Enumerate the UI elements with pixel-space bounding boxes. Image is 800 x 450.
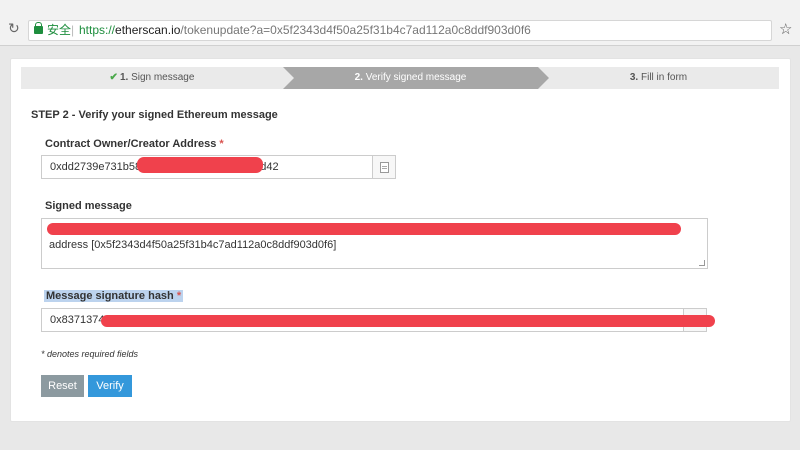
required-mark: * [176, 290, 182, 302]
url-scheme: https:// [79, 23, 116, 37]
step-label: Verify signed message [365, 72, 467, 83]
signature-hash-label: Message signature hash * [44, 290, 184, 302]
required-fields-note: * denotes required fields [41, 349, 139, 359]
redaction-mark [101, 315, 715, 327]
checkmark-icon: ✔ [109, 72, 118, 83]
resize-handle[interactable] [699, 260, 705, 266]
signed-message-label: Signed message [45, 200, 132, 212]
secure-label: 安全 [47, 23, 72, 37]
step-number: 1. [119, 72, 129, 83]
wizard-step-verify-signed-message[interactable]: 2. Verify signed message [283, 67, 538, 89]
owner-address-value-start: 0xdd2739e731b584 [50, 161, 148, 173]
document-icon [380, 162, 389, 173]
owner-address-label: Contract Owner/Creator Address * [45, 138, 224, 150]
step-arrow [283, 67, 294, 89]
browser-chrome: ↻ 安全 | https://etherscan.io/tokenupdate?… [0, 0, 800, 46]
redaction-mark [47, 223, 681, 235]
wizard-step-sign-message[interactable]: ✔ 1. Sign message [21, 67, 283, 89]
reload-icon[interactable]: ↻ [8, 21, 22, 35]
star-icon[interactable]: ☆ [779, 20, 792, 40]
reset-button[interactable]: Reset [41, 375, 84, 397]
step-label: Fill in form [641, 72, 688, 83]
url-text[interactable]: https://etherscan.io/tokenupdate?a=0x5f2… [79, 21, 531, 40]
step-number: 2. [354, 72, 363, 83]
owner-address-paste-button[interactable] [372, 155, 396, 179]
wizard-step-fill-in-form[interactable]: 3. Fill in form [538, 67, 779, 89]
wizard-steps: ✔ 1. Sign message 2. Verify signed messag… [21, 67, 779, 89]
owner-address-value-end: d42 [260, 161, 279, 173]
step-label: Sign message [131, 72, 195, 83]
address-bar[interactable]: 安全 | https://etherscan.io/tokenupdate?a=… [28, 20, 772, 41]
redaction-mark [137, 157, 263, 173]
url-host: etherscan.io [115, 23, 181, 37]
step-heading: STEP 2 - Verify your signed Ethereum mes… [31, 109, 278, 121]
step-number: 3. [629, 72, 639, 83]
url-separator: | [71, 23, 75, 37]
url-path: /tokenupdate?a=0x5f2343d4f50a25f31b4c7ad… [180, 23, 531, 37]
step-arrow [538, 67, 549, 89]
verify-panel: ✔ 1. Sign message 2. Verify signed messag… [10, 58, 791, 422]
required-mark: * [219, 138, 224, 150]
lock-icon [34, 22, 43, 34]
verify-button[interactable]: Verify [88, 375, 132, 397]
signed-message-line: address [0x5f2343d4f50a25f31b4c7ad112a0c… [49, 239, 337, 251]
